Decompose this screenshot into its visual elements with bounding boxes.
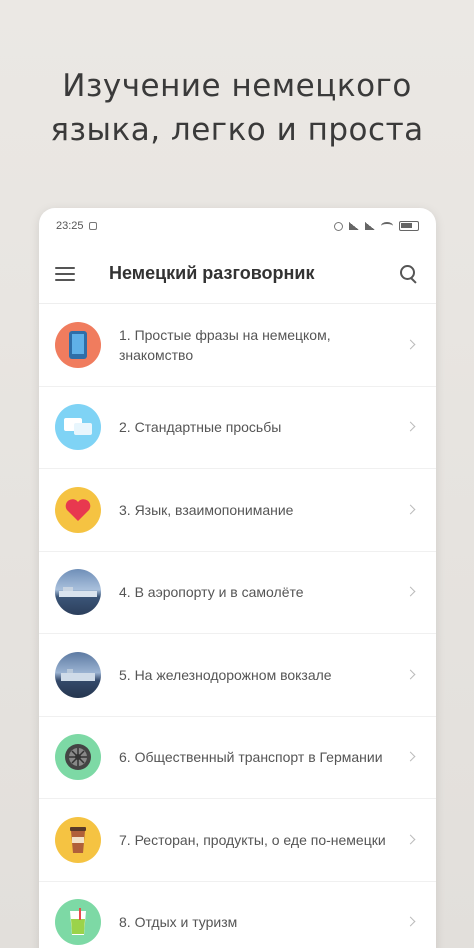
list-item[interactable]: 1. Простые фразы на немецком, знакомство — [39, 304, 436, 387]
search-icon[interactable] — [398, 263, 420, 285]
list-item[interactable]: 5. На железнодорожном вокзале — [39, 634, 436, 717]
list-item-label: 3. Язык, взаимопонимание — [119, 501, 294, 518]
heart-icon — [55, 486, 101, 533]
list-item-label: 5. На железнодорожном вокзале — [119, 666, 332, 683]
promo-heading: Изучение немецкого языка, легко и проста — [0, 64, 474, 152]
list-item-label: 6. Общественный транспорт в Германии — [119, 749, 383, 766]
chevron-right-icon — [404, 502, 420, 518]
status-bar: 23:25 — [39, 208, 436, 244]
airport-photo-icon — [55, 569, 101, 616]
hamburger-menu-icon[interactable] — [55, 266, 75, 281]
train-station-photo-icon — [55, 651, 101, 698]
list-item[interactable]: 2. Стандартные просьбы — [39, 387, 436, 469]
chevron-right-icon — [404, 419, 420, 435]
list-item-label: 1. Простые фразы на немецком, знакомство — [119, 326, 331, 363]
app-title: Немецкий разговорник — [109, 263, 315, 283]
app-bar: Немецкий разговорник — [39, 244, 436, 304]
chevron-right-icon — [404, 832, 420, 848]
signal-icon — [349, 222, 359, 230]
chevron-right-icon — [404, 667, 420, 683]
promo-line-1: Изучение немецкого — [62, 68, 412, 104]
list-item-label: 2. Стандартные просьбы — [119, 419, 282, 436]
chevron-right-icon — [404, 749, 420, 765]
wifi-icon — [381, 222, 393, 230]
signal-icon-2 — [365, 222, 375, 230]
list-item[interactable]: 8. Отдых и туризм — [39, 882, 436, 948]
wheel-icon — [55, 734, 101, 781]
promo-line-2: языка, легко и проста — [50, 112, 424, 148]
list-item-label: 8. Отдых и туризм — [119, 914, 238, 931]
phone-screen: 23:25 Немецкий разговорник 1. Простые фр… — [39, 208, 436, 948]
status-time: 23:25 — [56, 220, 84, 232]
chevron-right-icon — [404, 584, 420, 600]
chat-bubbles-icon — [55, 404, 101, 451]
list-item-label: 4. В аэропорту и в самолёте — [119, 584, 304, 601]
topic-list: 1. Простые фразы на немецком, знакомство… — [39, 304, 436, 948]
notification-icon — [88, 222, 97, 230]
chevron-right-icon — [404, 337, 420, 353]
list-item[interactable]: 7. Ресторан, продукты, о еде по-немецки — [39, 799, 436, 882]
alarm-icon — [334, 221, 343, 231]
drink-glass-icon — [55, 899, 101, 946]
coffee-cup-icon — [55, 816, 101, 863]
list-item[interactable]: 6. Общественный транспорт в Германии — [39, 717, 436, 799]
list-item[interactable]: 3. Язык, взаимопонимание — [39, 469, 436, 552]
list-item[interactable]: 4. В аэропорту и в самолёте — [39, 552, 436, 634]
chevron-right-icon — [404, 914, 420, 930]
phone-icon — [55, 321, 101, 368]
battery-icon — [399, 221, 419, 231]
list-item-label: 7. Ресторан, продукты, о еде по-немецки — [119, 831, 386, 848]
